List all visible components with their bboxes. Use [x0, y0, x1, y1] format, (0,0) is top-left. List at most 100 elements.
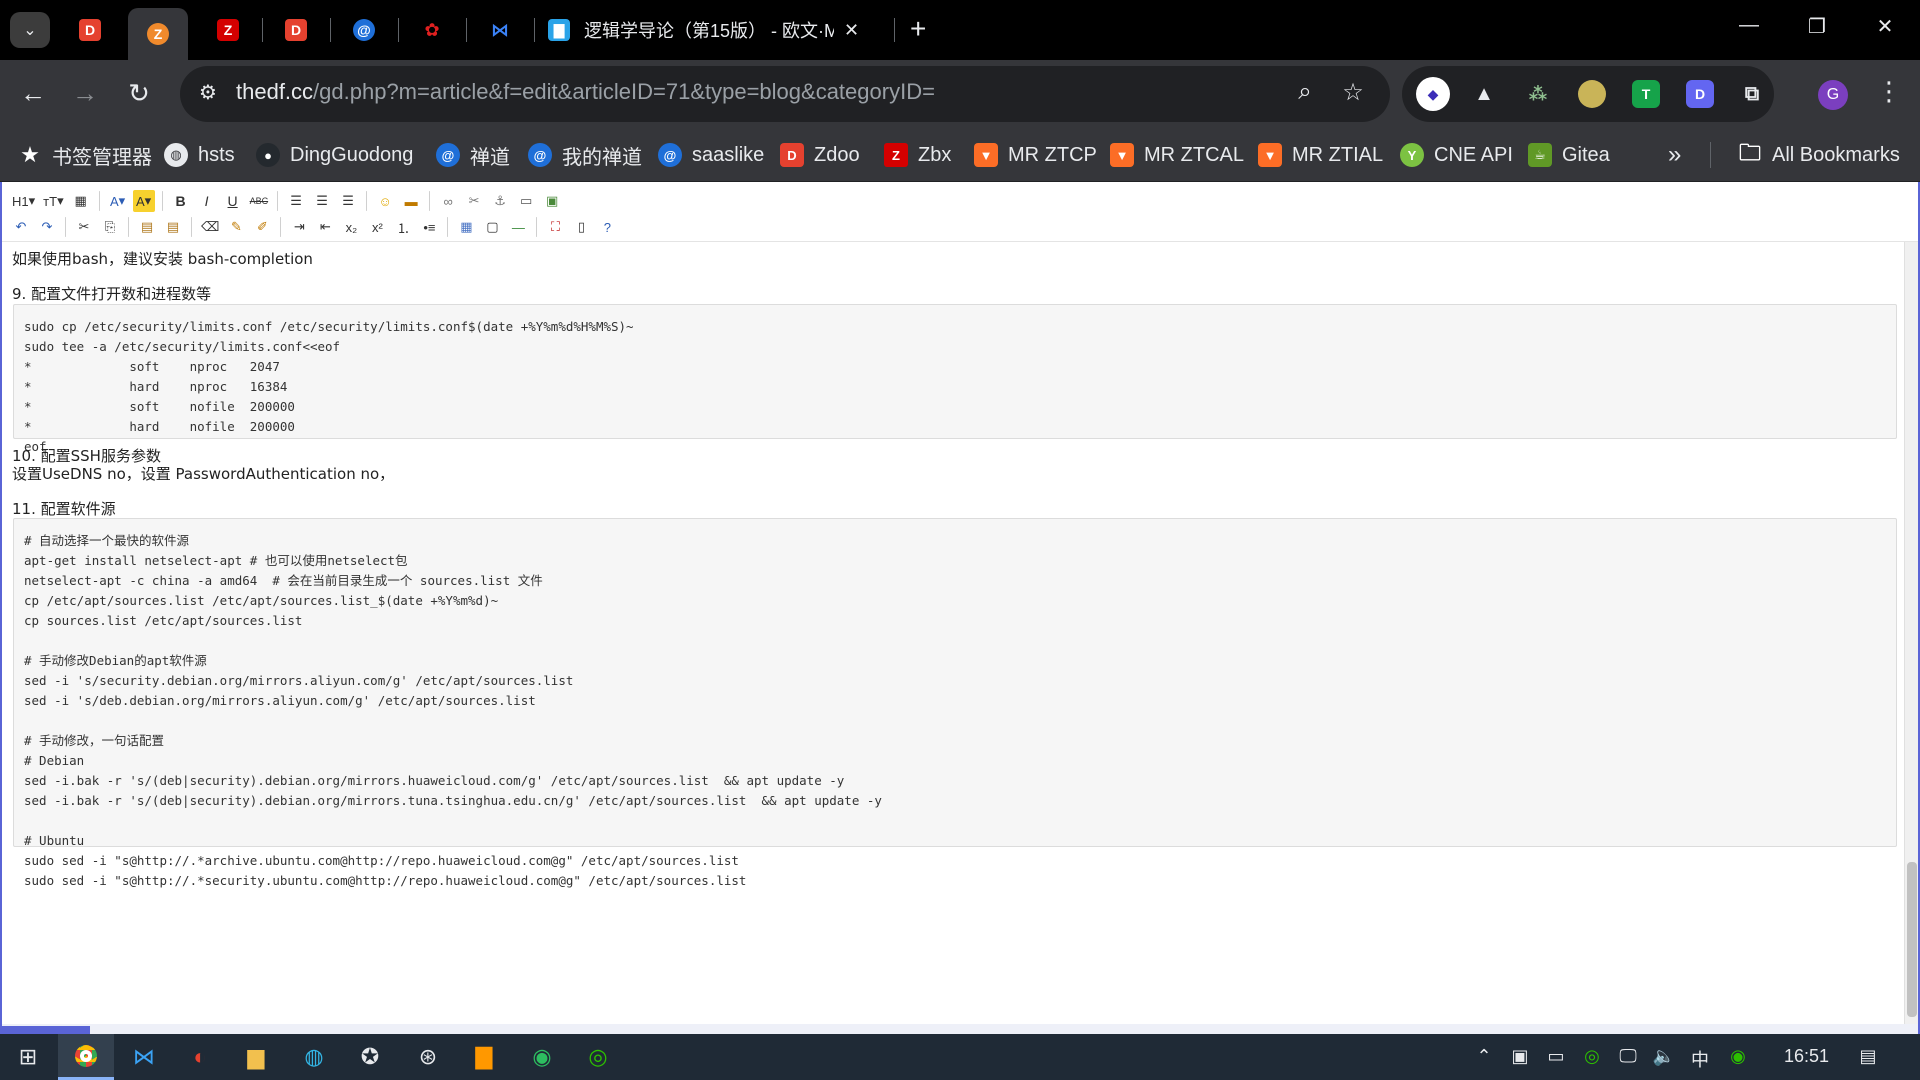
bookmark-item[interactable]: ☕ Gitea: [1528, 140, 1610, 170]
forward-icon[interactable]: →: [70, 78, 100, 108]
bookmark-item[interactable]: Y CNE API: [1400, 140, 1513, 170]
unlink-icon[interactable]: ✂: [463, 190, 485, 212]
emoticon-icon[interactable]: ☺: [374, 190, 396, 212]
extension-hexagon-icon[interactable]: ◆: [1416, 77, 1450, 111]
all-bookmarks[interactable]: 🗀 All Bookmarks: [1738, 140, 1900, 170]
volume-icon[interactable]: 🔈: [1650, 1046, 1678, 1067]
font-family-button[interactable]: A ▾: [107, 190, 129, 212]
redo-icon[interactable]: ↷: [36, 216, 58, 238]
tab-vscode[interactable]: ⋈: [472, 8, 528, 52]
chrome-icon[interactable]: [58, 1034, 114, 1080]
heading-button[interactable]: H1 ▾: [10, 190, 37, 212]
bookmark-item[interactable]: ● DingGuodong: [256, 140, 413, 170]
new-tab-button[interactable]: +: [910, 14, 926, 44]
window-close-icon[interactable]: ✕: [1870, 14, 1900, 39]
address-bar[interactable]: ⚙ thedf.cc/gd.php?m=article&f=edit&artic…: [180, 66, 1390, 122]
editor-content[interactable]: 如果使用bash，建议安装 bash-completion 9. 配置文件打开数…: [12, 248, 1902, 1018]
tray-network-app-icon[interactable]: ▣: [1506, 1046, 1534, 1067]
bookmark-item[interactable]: @ saaslike: [658, 140, 764, 170]
bookmark-star-icon[interactable]: ☆: [1338, 78, 1368, 107]
bookmark-item[interactable]: ▼ MR ZTIAL: [1258, 140, 1383, 170]
unordered-list-icon[interactable]: •≡: [418, 216, 440, 238]
tab-zabbix[interactable]: Z: [200, 8, 256, 52]
wechat-icon[interactable]: ◎: [570, 1034, 626, 1080]
highlight-color-button[interactable]: A ▾: [132, 190, 155, 212]
bookmark-item[interactable]: D Zdoo: [780, 140, 860, 170]
bookmark-item[interactable]: @ 我的禅道: [528, 140, 642, 170]
evernote-icon[interactable]: ◉: [514, 1034, 570, 1080]
back-icon[interactable]: ←: [18, 78, 48, 108]
extension-mountain-icon[interactable]: ▲: [1470, 80, 1498, 108]
insert-table-icon[interactable]: ▦: [455, 216, 477, 238]
bookmark-item[interactable]: ▼ MR ZTCP: [974, 140, 1097, 170]
restore-icon[interactable]: ❐: [1802, 14, 1832, 39]
indent-icon[interactable]: ⇥: [288, 216, 310, 238]
table-grid-icon[interactable]: ▦: [70, 190, 92, 212]
zoom-icon[interactable]: ⌕: [1290, 78, 1320, 106]
close-icon[interactable]: ✕: [844, 20, 859, 41]
extension-puzzle-grid-icon[interactable]: ⁂: [1524, 80, 1552, 108]
site-info-icon[interactable]: ⚙: [194, 80, 222, 108]
clear-format-icon[interactable]: ✐: [251, 216, 273, 238]
copy-icon[interactable]: ⎘: [99, 216, 121, 238]
align-center-icon[interactable]: ☰: [311, 190, 333, 212]
bookmark-item[interactable]: Z Zbx: [884, 140, 951, 170]
extension-circle-icon[interactable]: [1578, 80, 1606, 108]
tray-expand-icon[interactable]: ⌃: [1470, 1046, 1498, 1067]
tab-zdoo-1[interactable]: D: [64, 8, 116, 52]
notifications-icon[interactable]: ▤: [1854, 1046, 1882, 1067]
media-icon[interactable]: ▭: [515, 190, 537, 212]
picture-icon[interactable]: ▣: [541, 190, 563, 212]
align-right-icon[interactable]: ☰: [337, 190, 359, 212]
ordered-list-icon[interactable]: ⒈: [392, 216, 414, 238]
code-block-icon[interactable]: ▢: [481, 216, 503, 238]
extensions-puzzle-icon[interactable]: ⧉: [1738, 80, 1766, 108]
tab-zentao-active[interactable]: Z: [128, 8, 188, 60]
align-left-icon[interactable]: ☰: [285, 190, 307, 212]
superscript-icon[interactable]: x²: [366, 216, 388, 238]
strikethrough-button[interactable]: ABC: [248, 190, 271, 212]
editor-scrollbar[interactable]: [1904, 242, 1918, 1034]
paste-icon[interactable]: ▤: [136, 216, 158, 238]
scrollbar-thumb[interactable]: [1907, 862, 1917, 1017]
fullscreen-icon[interactable]: ⛶: [544, 216, 566, 238]
bookmarks-overflow-icon[interactable]: »: [1668, 140, 1681, 170]
app-vpn-icon[interactable]: ✪: [342, 1034, 398, 1080]
tray-wechat-icon[interactable]: ◎: [1578, 1046, 1606, 1067]
tab-red-seal[interactable]: ✿: [404, 8, 460, 52]
tab-search-button[interactable]: ⌄: [10, 12, 50, 48]
bookmark-item[interactable]: ▼ MR ZTCAL: [1110, 140, 1244, 170]
tab-chandao[interactable]: @: [336, 8, 392, 52]
bookmark-item[interactable]: ◍ hsts: [164, 140, 235, 170]
file-explorer-icon[interactable]: ▆: [228, 1034, 284, 1080]
bookmark-item[interactable]: ★ 书签管理器: [18, 140, 152, 170]
eraser-icon[interactable]: ⌫: [199, 216, 221, 238]
sublime-icon[interactable]: ▇: [456, 1034, 512, 1080]
bold-button[interactable]: B: [170, 190, 192, 212]
horizontal-scrollbar[interactable]: [2, 1024, 1918, 1034]
tab-zdoo-2[interactable]: D: [268, 8, 324, 52]
minimize-icon[interactable]: —: [1734, 14, 1764, 37]
anchor-icon[interactable]: ⚓: [489, 190, 511, 212]
profile-avatar[interactable]: G: [1818, 80, 1848, 110]
cut-icon[interactable]: ✂: [73, 216, 95, 238]
horizontal-scrollbar-thumb[interactable]: [2, 1026, 90, 1034]
extension-t-icon[interactable]: T: [1632, 80, 1660, 108]
tray-app-icon[interactable]: ◉: [1724, 1046, 1752, 1067]
link-icon[interactable]: ∞: [437, 190, 459, 212]
extension-d-icon[interactable]: D: [1686, 80, 1714, 108]
edge-icon[interactable]: ◍: [286, 1034, 342, 1080]
italic-button[interactable]: I: [196, 190, 218, 212]
more-menu-icon[interactable]: ⋮: [1876, 76, 1902, 107]
underline-button[interactable]: U: [222, 190, 244, 212]
vscode-icon[interactable]: ⋈: [116, 1034, 172, 1080]
battery-icon[interactable]: ▭: [1542, 1046, 1570, 1067]
reload-icon[interactable]: ↻: [124, 78, 154, 108]
subscript-icon[interactable]: x₂: [340, 216, 362, 238]
undo-icon[interactable]: ↶: [10, 216, 32, 238]
horizontal-rule-icon[interactable]: ―: [507, 216, 529, 238]
tab-book[interactable]: ▇ 逻辑学导论（第15版） - 欧文·M ✕: [548, 8, 888, 52]
format-painter-icon[interactable]: ✎: [225, 216, 247, 238]
help-icon[interactable]: ?: [596, 216, 618, 238]
font-size-button[interactable]: тT ▾: [41, 190, 65, 212]
